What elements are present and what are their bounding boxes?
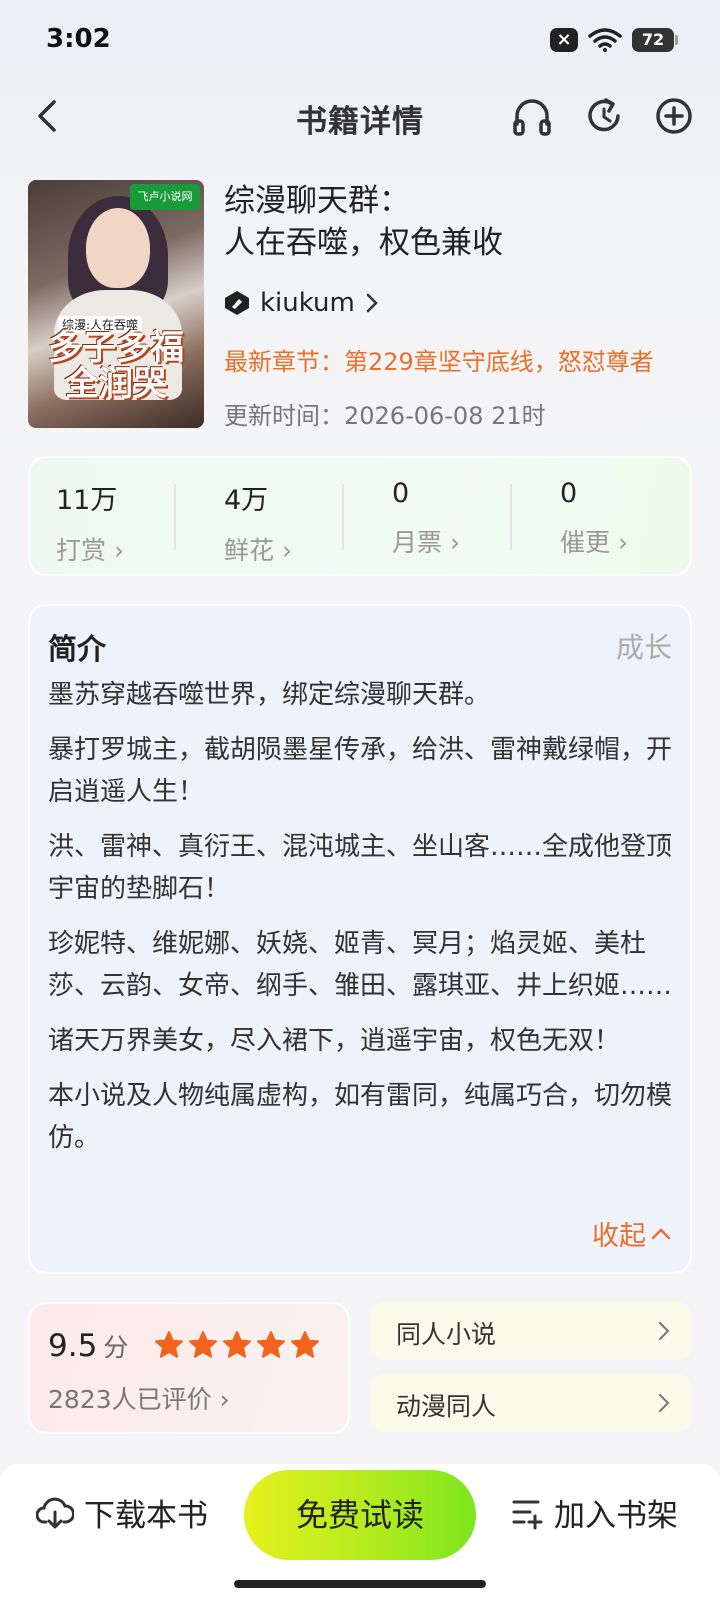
intro-card: 简介 成长 墨苏穿越吞噬世界，绑定综漫聊天群。 暴打罗城主，截胡陨墨星传承，给洪… xyxy=(28,604,692,1274)
star-icon xyxy=(155,1331,183,1358)
free-trial-read-button[interactable]: 免费试读 xyxy=(244,1470,476,1560)
tag-fan-fiction[interactable]: 同人小说 xyxy=(370,1302,692,1360)
shelf-add-icon xyxy=(512,1500,543,1529)
update-time: 更新时间：2026-06-08 21时 xyxy=(224,402,546,430)
stat-value: 4万 xyxy=(224,485,269,516)
star-icon xyxy=(291,1331,319,1358)
download-label: 下载本书 xyxy=(84,1498,208,1534)
rating-count: 2823人已评价 › xyxy=(48,1385,230,1414)
stats-card: 11万 打赏 › 4万 鲜花 › 0 月票 › 0 催更 › xyxy=(28,456,692,576)
shelf-label: 加入书架 xyxy=(554,1498,678,1534)
book-title-line2: 人在吞噬，权色兼收 xyxy=(224,225,503,261)
rating-score-value: 9.5 xyxy=(48,1328,98,1364)
cloud-download-icon xyxy=(36,1497,74,1528)
headphones-icon[interactable] xyxy=(510,94,554,138)
stat-divider xyxy=(510,484,512,550)
stat-label: 催更 › xyxy=(560,528,628,557)
author-name: kiukum xyxy=(260,288,355,318)
star-icon xyxy=(223,1331,251,1358)
stat-label: 月票 › xyxy=(392,528,460,557)
status-icons: × 72 xyxy=(550,28,678,52)
collapse-button[interactable]: 收起 xyxy=(592,1214,672,1253)
notification-close-icon: × xyxy=(550,28,578,52)
rating-stars xyxy=(154,1330,320,1360)
author-link[interactable]: kiukum xyxy=(224,288,379,318)
status-time: 3:02 xyxy=(46,24,111,54)
tag-anime-fan-fiction[interactable]: 动漫同人 xyxy=(370,1374,692,1432)
latest-chapter-link[interactable]: 最新章节：第229章坚守底线，怒怼尊者 xyxy=(224,342,654,377)
intro-paragraph: 暴打罗城主，截胡陨墨星传承，给洪、雷神戴绿帽，开启逍遥人生！ xyxy=(48,735,673,807)
stat-value: 11万 xyxy=(56,485,118,516)
intro-title: 简介 xyxy=(48,632,107,666)
book-title-line1: 综漫聊天群： xyxy=(224,183,410,219)
chevron-right-icon xyxy=(659,1322,670,1340)
download-button[interactable]: 下载本书 xyxy=(36,1490,208,1535)
intro-paragraph: 本小说及人物纯属虚构，如有雷同，纯属巧合，切勿模仿。 xyxy=(48,1081,673,1153)
chevron-right-icon xyxy=(366,293,378,313)
book-title: 综漫聊天群： 人在吞噬，权色兼收 xyxy=(224,180,694,264)
tag-label: 同人小说 xyxy=(396,1320,497,1349)
rating-card[interactable]: 9.5 分 2823人已评价 › xyxy=(28,1302,350,1434)
intro-paragraph: 诸天万界美女，尽入裙下，逍遥宇宙，权色无双！ xyxy=(48,1026,621,1056)
intro-paragraph: 洪、雷神、真衍王、混沌城主、坐山客……全成他登顶宇宙的垫脚石！ xyxy=(48,832,673,904)
cover-title: 多子多福全润哭 xyxy=(48,328,184,404)
stat-value: 0 xyxy=(392,478,410,509)
intro-genre-tag[interactable]: 成长 xyxy=(616,626,672,666)
star-icon xyxy=(257,1331,285,1358)
nav-bar: 书籍详情 xyxy=(0,84,720,148)
book-cover[interactable]: 飞卢小说网 综漫:人在吞噬 多子多福全润哭 xyxy=(28,180,204,428)
wifi-icon xyxy=(588,28,622,52)
stat-value: 0 xyxy=(560,478,578,509)
chevron-up-icon xyxy=(651,1227,671,1239)
stat-divider xyxy=(174,484,176,550)
stat-monthly-ticket[interactable]: 0 月票 › xyxy=(392,478,542,559)
intro-paragraph: 墨苏穿越吞噬世界，绑定综漫聊天群。 xyxy=(48,680,491,710)
star-icon xyxy=(189,1331,217,1358)
tag-label: 动漫同人 xyxy=(396,1392,497,1421)
stat-divider xyxy=(342,484,344,550)
refresh-icon[interactable] xyxy=(582,94,626,138)
stat-reward[interactable]: 11万 打赏 › xyxy=(56,478,206,567)
chevron-right-icon xyxy=(659,1394,670,1412)
intro-body: 墨苏穿越吞噬世界，绑定综漫聊天群。 暴打罗城主，截胡陨墨星传承，给洪、雷神戴绿帽… xyxy=(48,674,676,1172)
battery-icon: 72 xyxy=(632,28,678,52)
add-circle-icon[interactable] xyxy=(652,94,696,138)
add-to-shelf-button[interactable]: 加入书架 xyxy=(510,1490,678,1535)
stat-urge-update[interactable]: 0 催更 › xyxy=(560,478,710,559)
stat-label: 鲜花 › xyxy=(224,536,292,565)
status-bar: 3:02 × 72 xyxy=(0,0,720,84)
intro-paragraph: 珍妮特、维妮娜、妖娆、姬青、冥月；焰灵姬、美杜莎、云韵、女帝、纲手、雏田、露琪亚… xyxy=(48,929,673,1001)
author-badge-icon xyxy=(225,291,249,315)
cover-art-face xyxy=(86,208,150,288)
rating-unit: 分 xyxy=(103,1333,129,1362)
rating-score: 9.5 分 xyxy=(48,1328,128,1364)
stat-label: 打赏 › xyxy=(56,536,124,565)
stat-flowers[interactable]: 4万 鲜花 › xyxy=(224,478,374,567)
collapse-label: 收起 xyxy=(592,1221,646,1252)
cover-publisher-badge: 飞卢小说网 xyxy=(130,184,200,210)
home-indicator[interactable] xyxy=(234,1580,486,1588)
